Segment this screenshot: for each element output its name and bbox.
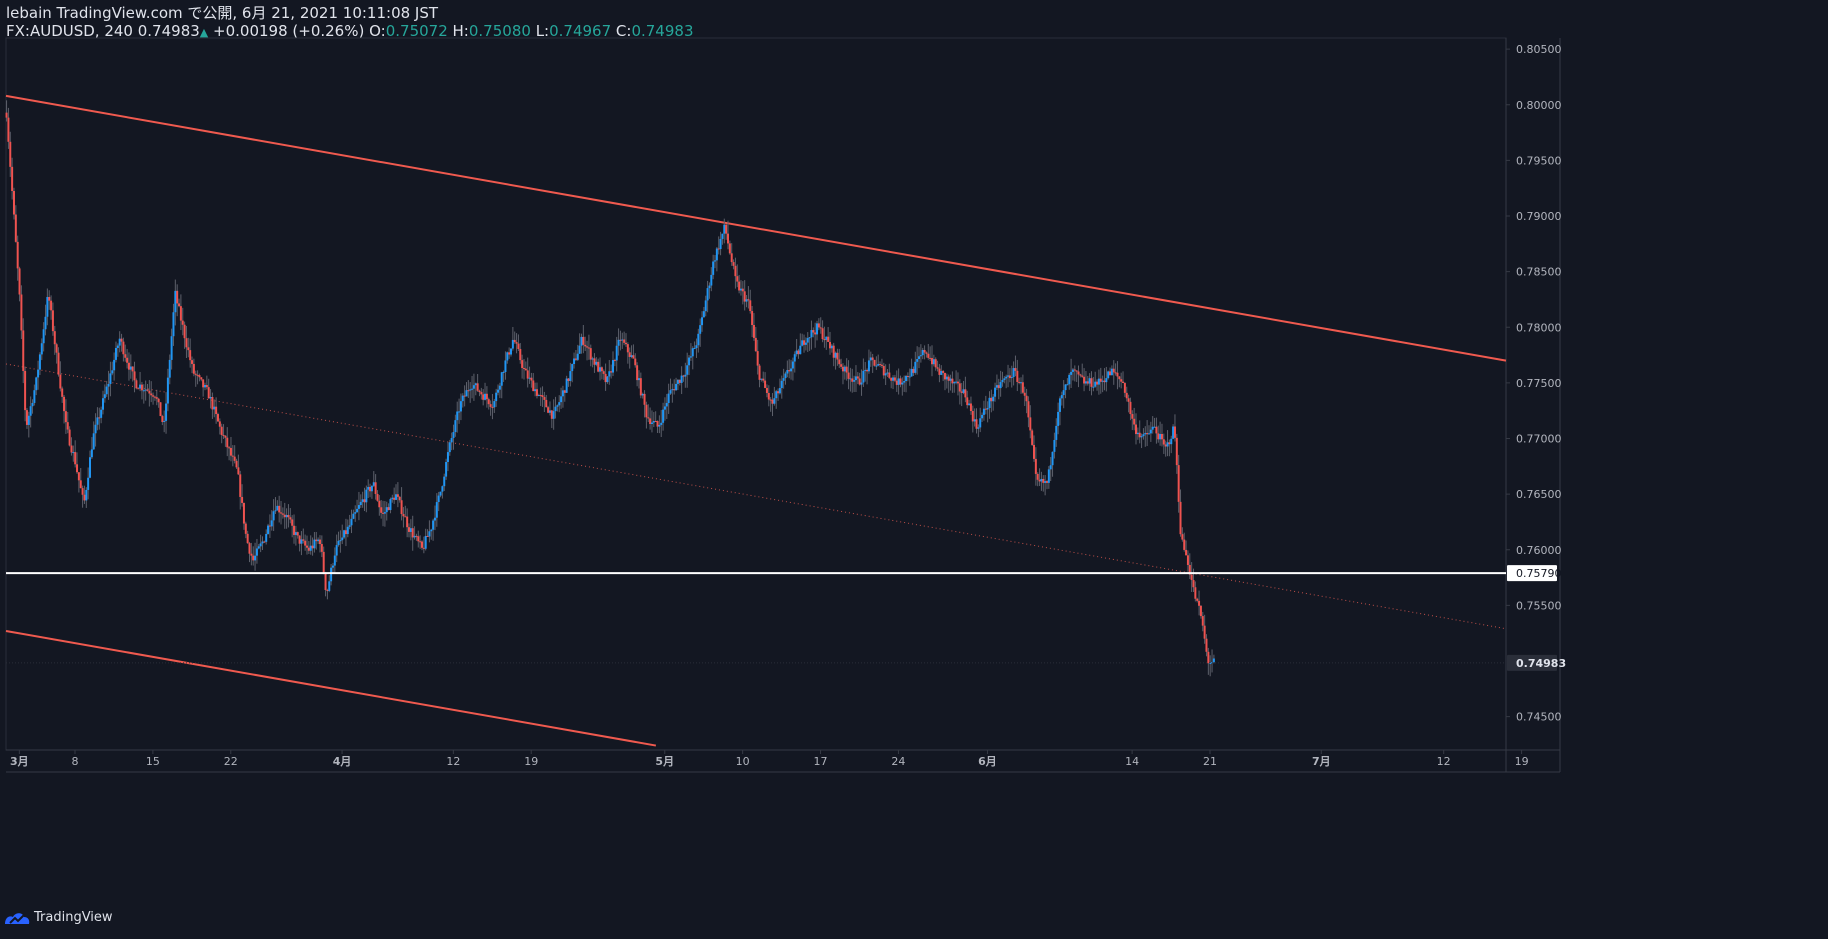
price-tick-label: 0.79500 [1516, 154, 1562, 167]
time-tick-label: 15 [146, 755, 160, 768]
time-tick-label: 4月 [333, 755, 352, 768]
time-tick-label: 19 [524, 755, 538, 768]
time-tick-label: 22 [224, 755, 238, 768]
time-tick-label: 24 [891, 755, 905, 768]
time-tick-label: 12 [446, 755, 460, 768]
time-tick-label: 21 [1203, 755, 1217, 768]
time-tick-label: 17 [814, 755, 828, 768]
time-tick-label: 10 [736, 755, 750, 768]
price-axis[interactable]: 0.80500 0.80000 0.79500 0.79000 0.78500 0.780… [1506, 43, 1566, 724]
price-tick-label: 0.78000 [1516, 321, 1562, 334]
plot-area [5, 37, 1507, 751]
tradingview-brand-label: TradingView [34, 910, 113, 925]
price-tick-label: 0.77000 [1516, 433, 1562, 446]
time-tick-label: 5月 [655, 755, 674, 768]
time-tick-label: 19 [1515, 755, 1529, 768]
time-axis[interactable]: 3月 8 15 22 4月 12 19 5月 10 17 24 6月 14 21 7月 12 19 [10, 750, 1529, 768]
price-tick-label: 0.78500 [1516, 266, 1562, 279]
time-tick-label: 12 [1437, 755, 1451, 768]
time-tick-label: 8 [71, 755, 78, 768]
price-tick-label: 0.75500 [1516, 599, 1562, 612]
time-tick-label: 14 [1125, 755, 1139, 768]
tradingview-branding[interactable]: TradingView [4, 910, 113, 925]
price-tick-label: 0.76500 [1516, 488, 1562, 501]
price-chart[interactable]: 0.80500 0.80000 0.79500 0.79000 0.78500 0.780… [0, 0, 1828, 939]
price-tick-label: 0.76000 [1516, 544, 1562, 557]
price-tick-label: 0.80000 [1516, 99, 1562, 112]
price-tick-label: 0.74500 [1516, 711, 1562, 724]
price-tick-label: 0.77500 [1516, 377, 1562, 390]
time-tick-label: 6月 [978, 755, 997, 768]
time-tick-label: 3月 [10, 755, 29, 768]
price-tick-label: 0.80500 [1516, 43, 1562, 56]
support-price-label: 0.75790 [1516, 567, 1562, 580]
last-price-label: 0.74983 [1516, 657, 1566, 670]
tradingview-logo-icon [5, 912, 30, 924]
price-tick-label: 0.79000 [1516, 210, 1562, 223]
time-tick-label: 7月 [1312, 755, 1331, 768]
